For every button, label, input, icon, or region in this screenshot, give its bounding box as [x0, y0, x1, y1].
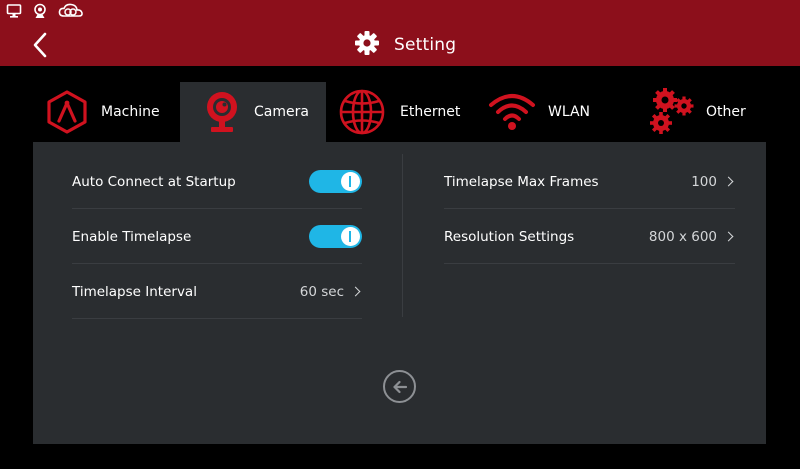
max-frames-value: 100 — [691, 173, 717, 190]
max-frames-label: Timelapse Max Frames — [444, 173, 599, 190]
auto-connect-label: Auto Connect at Startup — [72, 173, 236, 190]
tab-wlan[interactable]: WLAN — [488, 82, 608, 142]
enable-timelapse-label: Enable Timelapse — [72, 228, 192, 245]
chevron-left-icon — [33, 32, 47, 58]
max-frames-row[interactable]: Timelapse Max Frames 100 — [444, 155, 735, 209]
enable-timelapse-row: Enable Timelapse — [72, 210, 362, 264]
header-bar: Setting — [0, 0, 800, 66]
webcam-icon — [32, 3, 48, 19]
monitor-icon — [6, 3, 22, 19]
resolution-value: 800 x 600 — [648, 228, 717, 245]
column-divider — [402, 154, 403, 317]
status-icons — [6, 3, 88, 19]
resolution-label: Resolution Settings — [444, 228, 575, 245]
timelapse-interval-label: Timelapse Interval — [72, 283, 197, 300]
tab-other-label: Other — [706, 104, 746, 120]
resolution-row[interactable]: Resolution Settings 800 x 600 — [444, 210, 735, 264]
tab-ethernet-label: Ethernet — [400, 104, 461, 120]
chevron-right-icon — [723, 176, 734, 187]
gear-icon — [354, 30, 380, 60]
camera-settings-panel: Auto Connect at Startup Enable Timelapse… — [33, 142, 766, 444]
chevron-right-icon — [723, 231, 734, 242]
camera-icon — [202, 89, 242, 135]
page-title: Setting — [354, 31, 456, 59]
tab-ethernet[interactable]: Ethernet — [338, 82, 468, 142]
auto-connect-toggle[interactable] — [309, 170, 362, 193]
cloud-link-icon — [58, 3, 88, 19]
tab-camera-label: Camera — [254, 104, 309, 120]
gears-icon — [648, 87, 696, 137]
globe-icon — [338, 88, 386, 136]
tab-other[interactable]: Other — [648, 82, 758, 142]
chevron-right-icon — [350, 286, 361, 297]
tab-wlan-label: WLAN — [548, 104, 591, 120]
arrow-left-icon — [392, 380, 407, 393]
max-frames-value-wrap: 100 — [691, 174, 735, 190]
machine-hexagon-icon — [46, 90, 88, 134]
title-text: Setting — [394, 35, 457, 55]
back-button[interactable] — [26, 30, 54, 60]
auto-connect-row: Auto Connect at Startup — [72, 155, 362, 209]
timelapse-interval-row[interactable]: Timelapse Interval 60 sec — [72, 265, 362, 319]
wifi-icon — [488, 92, 536, 132]
toggle-knob — [341, 172, 360, 191]
tab-camera[interactable]: Camera — [180, 82, 326, 142]
enable-timelapse-toggle[interactable] — [309, 225, 362, 248]
timelapse-interval-value-wrap: 60 sec — [300, 284, 362, 300]
tab-bar: Machine Camera Ethernet WLAN Other — [0, 66, 800, 142]
timelapse-interval-value: 60 sec — [299, 283, 344, 300]
tab-machine[interactable]: Machine — [46, 82, 180, 142]
resolution-value-wrap: 800 x 600 — [649, 229, 735, 245]
circle-back-button[interactable] — [383, 370, 416, 403]
toggle-knob — [341, 227, 360, 246]
tab-machine-label: Machine — [101, 104, 160, 120]
